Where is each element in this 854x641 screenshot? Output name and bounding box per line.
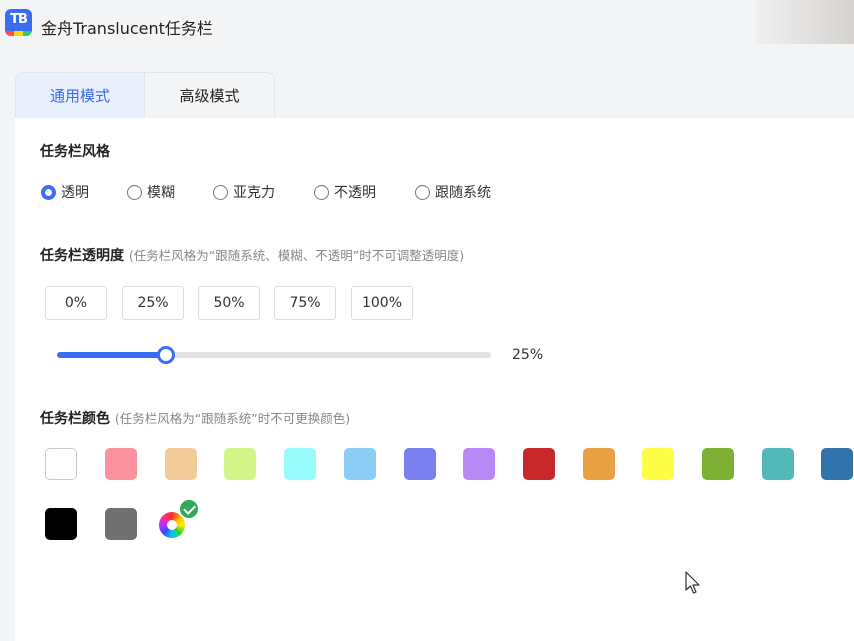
preset-50-button[interactable]: 50% xyxy=(198,286,260,320)
radio-unchecked-icon xyxy=(213,184,228,200)
color-section-title: 任务栏颜色 (任务栏风格为“跟随系统”时不可更换颜色) xyxy=(40,408,350,428)
radio-unchecked-icon xyxy=(314,184,329,200)
radio-label: 模糊 xyxy=(147,185,175,201)
color-swatch[interactable] xyxy=(463,448,495,480)
color-swatch[interactable] xyxy=(404,448,436,480)
color-swatch[interactable] xyxy=(762,448,794,480)
color-swatch[interactable] xyxy=(821,448,853,480)
color-swatch[interactable] xyxy=(344,448,376,480)
radio-unchecked-icon xyxy=(127,184,142,200)
color-swatch[interactable] xyxy=(105,448,137,480)
custom-color-button[interactable] xyxy=(159,498,200,538)
color-swatch[interactable] xyxy=(224,448,256,480)
tab-general-mode[interactable]: 通用模式 xyxy=(15,72,145,118)
title-bar: TB 金舟Translucent任务栏 xyxy=(0,0,854,56)
radio-unchecked-icon xyxy=(415,184,430,200)
tab-advanced-mode[interactable]: 高级模式 xyxy=(145,72,275,118)
preset-25-button[interactable]: 25% xyxy=(122,286,184,320)
slider-thumb[interactable] xyxy=(156,346,175,364)
radio-label: 跟随系统 xyxy=(435,185,491,201)
mouse-cursor-icon xyxy=(685,571,700,594)
color-swatch[interactable] xyxy=(105,508,137,540)
mode-tabs: 通用模式 高级模式 xyxy=(15,72,275,118)
color-swatch[interactable] xyxy=(702,448,734,480)
radio-transparent[interactable]: 透明 xyxy=(41,182,89,202)
slider-fill xyxy=(57,352,166,358)
color-swatch[interactable] xyxy=(523,448,555,480)
color-title-text: 任务栏颜色 xyxy=(40,411,110,427)
preset-0-button[interactable]: 0% xyxy=(45,286,107,320)
radio-checked-icon xyxy=(41,184,56,200)
radio-label: 亚克力 xyxy=(233,185,275,201)
color-hint: (任务栏风格为“跟随系统”时不可更换颜色) xyxy=(114,411,351,426)
transparency-title-text: 任务栏透明度 xyxy=(40,248,124,264)
style-section-title: 任务栏风格 xyxy=(40,144,110,160)
radio-acrylic[interactable]: 亚克力 xyxy=(213,182,275,202)
transparency-section-title: 任务栏透明度 (任务栏风格为“跟随系统、模糊、不透明”时不可调整透明度) xyxy=(40,245,464,265)
preset-100-button[interactable]: 100% xyxy=(351,286,413,320)
app-title: 金舟Translucent任务栏 xyxy=(41,19,213,38)
color-swatch[interactable] xyxy=(45,448,77,480)
radio-follow-system[interactable]: 跟随系统 xyxy=(415,182,491,202)
color-swatch[interactable] xyxy=(642,448,674,480)
radio-blur[interactable]: 模糊 xyxy=(127,182,175,202)
radio-label: 透明 xyxy=(61,185,89,201)
color-swatch[interactable] xyxy=(45,508,77,540)
preset-75-button[interactable]: 75% xyxy=(274,286,336,320)
app-logo-icon: TB xyxy=(5,9,32,36)
transparency-slider[interactable] xyxy=(57,346,491,364)
transparency-hint: (任务栏风格为“跟随系统、模糊、不透明”时不可调整透明度) xyxy=(128,248,465,263)
transparency-value: 25% xyxy=(512,347,544,363)
blurred-window-controls xyxy=(756,0,854,44)
color-swatch[interactable] xyxy=(284,448,316,480)
radio-opaque[interactable]: 不透明 xyxy=(314,182,376,202)
color-swatch[interactable] xyxy=(583,448,615,480)
selected-check-icon xyxy=(178,498,200,520)
color-swatch[interactable] xyxy=(165,448,197,480)
radio-label: 不透明 xyxy=(334,185,376,201)
